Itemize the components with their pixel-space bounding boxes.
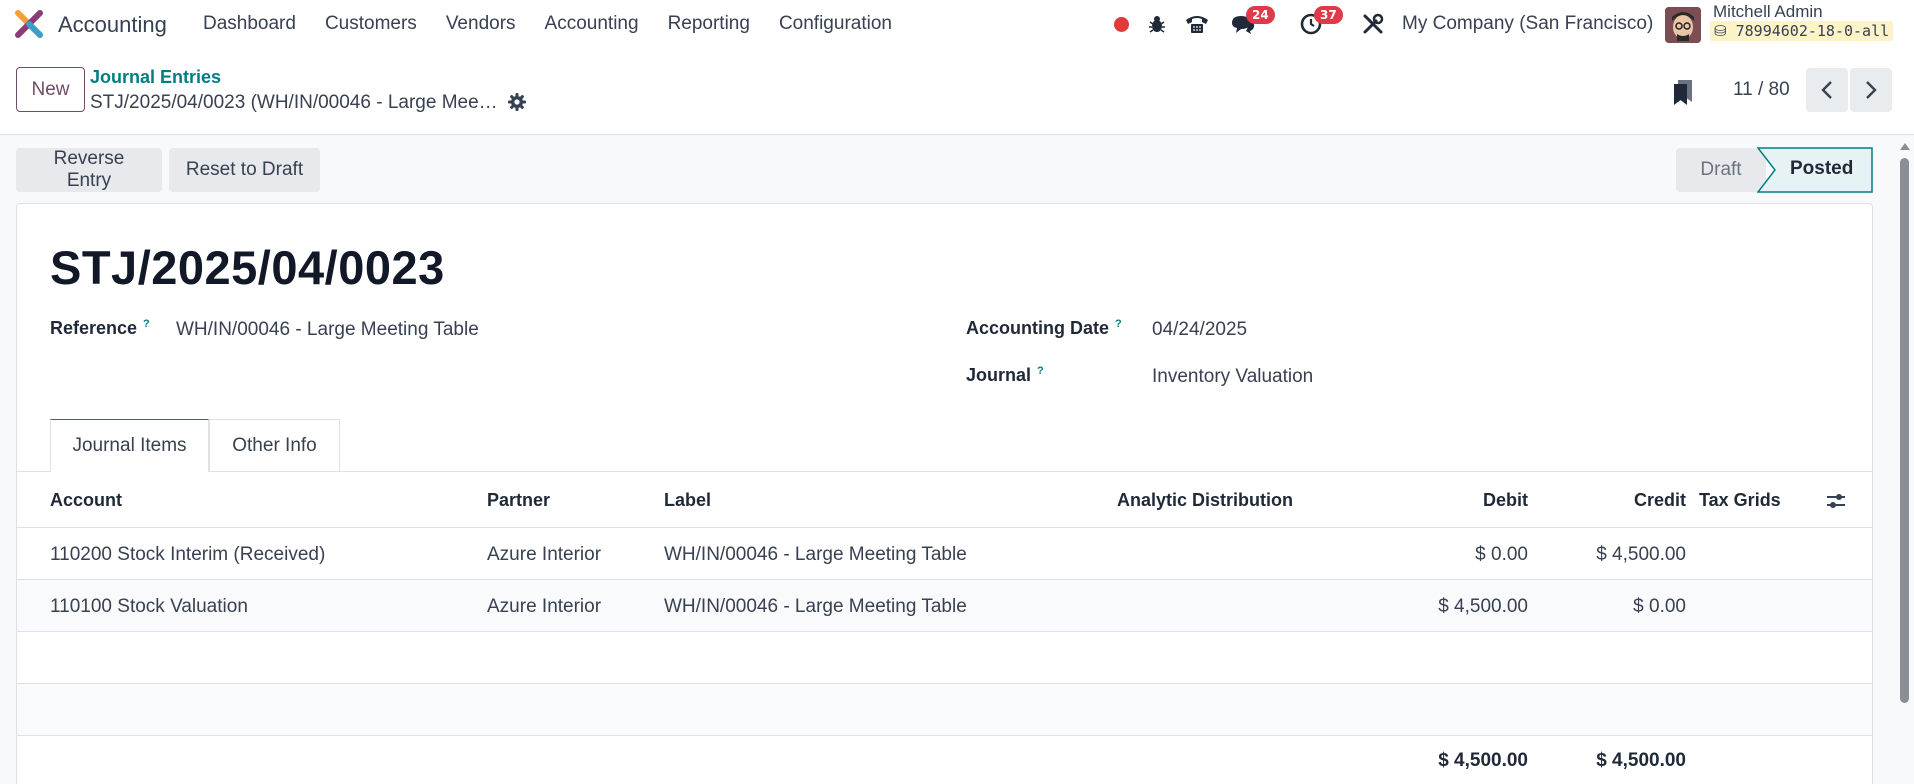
row1-account[interactable]: 110200 Stock Interim (Received) [50,544,325,566]
tab-journal-items[interactable]: Journal Items [50,419,209,472]
column-debit[interactable]: Debit [1430,490,1528,511]
tools-icon [1363,13,1384,34]
accounting-date-value[interactable]: 04/24/2025 [1152,319,1247,341]
activities-badge: 37 [1314,6,1343,24]
menu-vendors[interactable]: Vendors [446,13,516,35]
row2-debit[interactable]: $ 4,500.00 [1380,596,1528,618]
user-avatar[interactable] [1665,7,1701,43]
column-tax-grids[interactable]: Tax Grids [1699,490,1781,511]
breadcrumb-current-record: STJ/2025/04/0023 (WH/IN/00046 - Large Me… [90,92,500,113]
row2-partner[interactable]: Azure Interior [487,596,601,618]
chevron-right-icon [1866,81,1877,99]
column-label[interactable]: Label [664,490,711,511]
pager-next-button[interactable] [1850,68,1892,112]
vertical-scrollbar[interactable] [1900,158,1909,703]
reference-label: Reference? [50,318,150,339]
activities-button[interactable]: 37 [1296,6,1343,38]
pager-previous-button[interactable] [1806,68,1848,112]
menu-accounting[interactable]: Accounting [545,13,639,35]
accounting-app-icon[interactable] [14,9,44,39]
row-divider [17,735,1872,736]
bookmark-icon[interactable] [1672,78,1694,106]
menu-reporting[interactable]: Reporting [668,13,750,35]
breadcrumb-journal-entries[interactable]: Journal Entries [90,67,221,88]
top-navbar: Accounting Dashboard Customers Vendors A… [0,0,1914,48]
row1-label[interactable]: WH/IN/00046 - Large Meeting Table [664,544,967,566]
journal-label-text: Journal [966,365,1032,385]
main-menu: Dashboard Customers Vendors Accounting R… [203,13,921,35]
row1-partner[interactable]: Azure Interior [487,544,601,566]
help-icon[interactable]: ? [143,318,150,330]
database-name-text: 78994602-18-0-all [1735,22,1890,40]
debug-button[interactable] [1146,10,1168,38]
total-debit: $ 4,500.00 [1438,750,1528,771]
column-credit[interactable]: Credit [1588,490,1686,511]
database-name: ⛁ 78994602-18-0-all [1710,21,1894,41]
phone-icon [1186,16,1208,33]
row2-credit[interactable]: $ 0.00 [1538,596,1686,618]
record-dot-icon [1113,16,1129,32]
accounting-date-label: Accounting Date? [966,318,1122,339]
optional-columns-icon[interactable] [1825,490,1847,512]
menu-configuration[interactable]: Configuration [779,13,892,35]
messages-badge: 24 [1246,6,1275,24]
chevron-left-icon [1821,81,1832,99]
phone-button[interactable] [1183,10,1211,38]
company-switcher[interactable]: My Company (San Francisco) [1402,13,1653,35]
column-account[interactable]: Account [50,490,122,511]
app-name[interactable]: Accounting [58,12,167,38]
row2-account[interactable]: 110100 Stock Valuation [50,596,248,618]
scroll-up-arrow-icon[interactable] [1899,141,1911,151]
row1-debit[interactable]: $ 0.00 [1380,544,1528,566]
entry-title: STJ/2025/04/0023 [50,241,445,294]
database-icon: ⛁ [1714,22,1727,40]
help-icon[interactable]: ? [1115,318,1122,330]
status-posted: Posted [1790,158,1854,179]
user-name[interactable]: Mitchell Admin [1713,2,1823,22]
menu-customers[interactable]: Customers [325,13,417,35]
row-divider [17,631,1872,632]
reference-value[interactable]: WH/IN/00046 - Large Meeting Table [176,319,479,341]
new-button[interactable]: New [16,67,85,112]
menu-dashboard[interactable]: Dashboard [203,13,296,35]
settings-tools-button[interactable] [1360,10,1386,38]
column-partner[interactable]: Partner [487,490,550,511]
recording-indicator[interactable] [1112,10,1130,38]
bug-icon [1149,16,1165,33]
total-credit: $ 4,500.00 [1596,750,1686,771]
row1-credit[interactable]: $ 4,500.00 [1538,544,1686,566]
column-analytic-distribution[interactable]: Analytic Distribution [1117,490,1293,511]
avatar-image [1665,7,1701,43]
status-draft[interactable]: Draft [1676,148,1766,192]
accounting-date-label-text: Accounting Date [966,318,1110,338]
row2-label[interactable]: WH/IN/00046 - Large Meeting Table [664,596,967,618]
reference-label-text: Reference [50,318,138,338]
journal-value[interactable]: Inventory Valuation [1152,366,1313,388]
pager-counter[interactable]: 11 / 80 [1733,79,1790,101]
help-icon[interactable]: ? [1037,365,1044,377]
messages-button[interactable]: 24 [1228,6,1275,38]
empty-row [17,684,1872,735]
reverse-entry-button[interactable]: Reverse Entry [16,148,162,192]
gear-icon[interactable] [507,92,527,112]
reset-to-draft-button[interactable]: Reset to Draft [169,148,320,192]
journal-label: Journal? [966,365,1044,386]
header-divider [17,527,1872,528]
tab-other-info[interactable]: Other Info [209,419,340,472]
